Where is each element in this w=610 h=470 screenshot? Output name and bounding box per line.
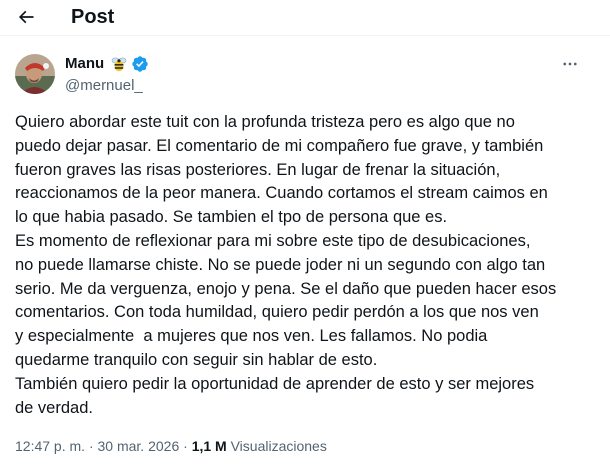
avatar[interactable] bbox=[15, 54, 55, 94]
tweet-timestamp[interactable]: 12:47 p. m. · 30 mar. 2026 bbox=[15, 438, 179, 454]
avatar-image bbox=[15, 54, 55, 94]
views-count[interactable]: 1,1 M bbox=[192, 438, 227, 454]
back-button[interactable] bbox=[13, 4, 39, 30]
header-divider bbox=[0, 35, 610, 36]
tweet-text: Quiero abordar este tuit con la profunda… bbox=[15, 113, 557, 417]
tweet-time: 12:47 p. m. bbox=[15, 438, 86, 454]
meta-separator-views: · bbox=[183, 438, 188, 454]
author-name[interactable]: Manu bbox=[65, 55, 104, 73]
bee-emoji-icon bbox=[111, 57, 127, 72]
page-title: Post bbox=[71, 6, 115, 28]
tweet-date: 30 mar. 2026 bbox=[97, 438, 180, 454]
tweet-metadata: 12:47 p. m. · 30 mar. 2026 · 1,1 M Visua… bbox=[15, 437, 327, 455]
meta-separator: · bbox=[88, 438, 94, 454]
verified-badge-icon bbox=[132, 56, 148, 72]
views-label: Visualizaciones bbox=[230, 438, 327, 454]
author-handle[interactable]: @mernuel_ bbox=[65, 77, 143, 95]
more-options-button[interactable] bbox=[557, 54, 583, 74]
more-horizontal-icon bbox=[563, 62, 577, 66]
top-header: Post bbox=[0, 0, 610, 34]
arrow-left-icon bbox=[18, 10, 34, 24]
